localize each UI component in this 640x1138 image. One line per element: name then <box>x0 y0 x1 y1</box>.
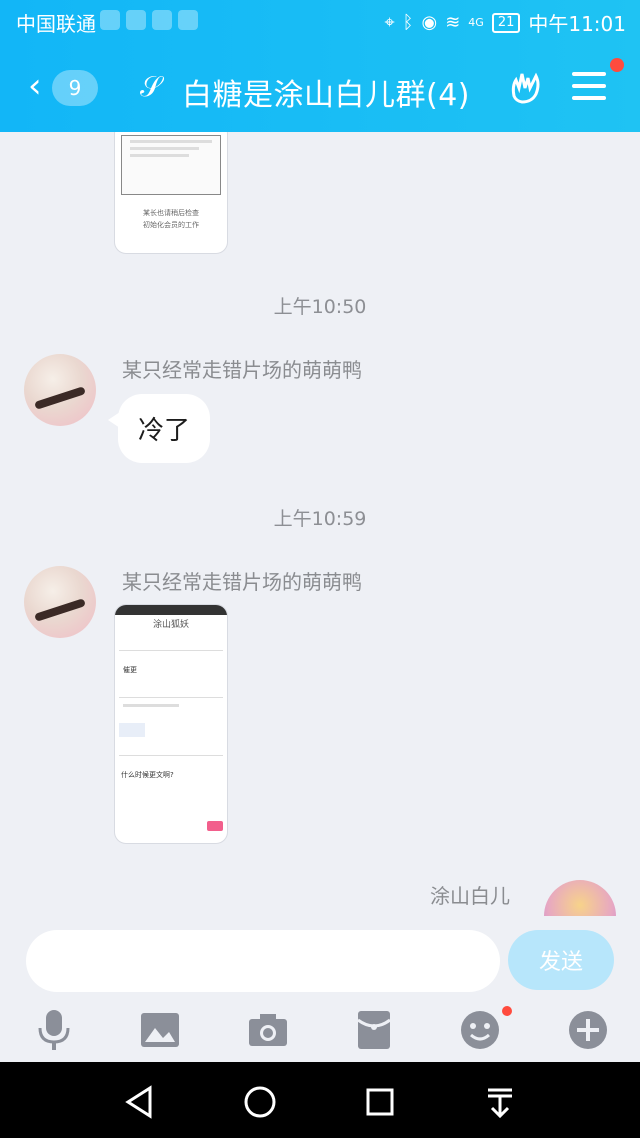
chat-header: ‹ 9 𝒮 白糖是涂山白儿群(4) <box>0 44 640 132</box>
back-icon[interactable] <box>120 1082 160 1122</box>
recents-icon[interactable] <box>360 1082 400 1122</box>
menu-notification-dot <box>610 58 624 72</box>
send-button[interactable]: 发送 <box>508 930 614 990</box>
avatar[interactable] <box>24 354 96 426</box>
eye-icon: ◉ <box>421 12 438 33</box>
video-icon <box>126 10 146 30</box>
image-caption: 催更 <box>123 666 137 674</box>
battery-icon: 21 <box>491 12 521 33</box>
self-name: 涂山白儿 <box>430 884 510 908</box>
top-bar: 中国联通 ⌖ ᛒ ◉ ≋ 4G 21 中午11:01 ‹ 9 𝒮 白糖是涂山白儿… <box>0 0 640 132</box>
image-caption: 某长也请稍后检查 初始化会员的工作 <box>143 209 199 229</box>
microphone-icon[interactable] <box>32 1008 76 1052</box>
input-area: 发送 <box>0 916 640 1062</box>
clock: 中午11:01 <box>528 12 626 36</box>
status-right: ⌖ ᛒ ◉ ≋ 4G 21 中午11:01 <box>385 8 626 37</box>
avatar[interactable] <box>24 566 96 638</box>
emoji-icon[interactable] <box>458 1008 502 1052</box>
chat-toolbar <box>0 1004 640 1054</box>
image-caption: 什么时候更文啊? <box>121 771 174 779</box>
bluetooth-icon: ᛒ <box>402 12 414 33</box>
image-content <box>121 135 221 195</box>
timestamp: 上午10:59 <box>273 508 367 530</box>
image-message[interactable]: 某长也请稍后检查 初始化会员的工作 <box>114 132 228 254</box>
message-bubble[interactable]: 冷了 <box>107 394 211 463</box>
chat-title: 白糖是涂山白儿群(4) <box>182 78 470 113</box>
camera-icon[interactable] <box>246 1008 290 1052</box>
status-bar: 中国联通 ⌖ ᛒ ◉ ≋ 4G 21 中午11:01 <box>0 0 640 44</box>
red-packet-icon[interactable] <box>352 1008 396 1052</box>
carrier-name: 中国联通 <box>16 12 96 36</box>
hand-gesture-icon[interactable] <box>506 68 546 108</box>
plus-icon[interactable] <box>566 1008 610 1052</box>
notification-pull-icon[interactable] <box>480 1082 520 1122</box>
menu-icon[interactable] <box>572 72 606 102</box>
sender-name: 某只经常走错片场的萌萌鸭 <box>122 570 362 594</box>
location-icon: ⌖ <box>384 12 395 33</box>
emoji-notification-dot <box>502 1006 512 1016</box>
image-caption: 涂山狐妖 <box>152 620 189 630</box>
unread-badge[interactable]: 9 <box>52 70 98 106</box>
chevron-left-icon[interactable]: ‹ <box>28 66 42 106</box>
message-input[interactable] <box>26 930 500 992</box>
iqiyi-icon <box>152 10 172 30</box>
image-message[interactable]: 涂山狐妖 催更 什么时候更文啊? <box>114 604 228 844</box>
ear-icon[interactable]: 𝒮 <box>140 70 162 104</box>
system-nav-bar <box>0 1062 640 1138</box>
network-type: 4G <box>468 16 484 29</box>
sender-name: 某只经常走错片场的萌萌鸭 <box>122 358 362 382</box>
notification-icons <box>100 10 198 30</box>
self-avatar[interactable] <box>544 880 616 916</box>
wifi-icon: ≋ <box>445 12 461 33</box>
chat-area[interactable]: 某长也请稍后检查 初始化会员的工作 上午10:50 某只经常走错片场的萌萌鸭 冷… <box>0 132 640 916</box>
home-icon[interactable] <box>240 1082 280 1122</box>
image-icon[interactable] <box>138 1008 182 1052</box>
app-icon <box>178 10 198 30</box>
timestamp: 上午10:50 <box>273 296 367 318</box>
image-statusbar <box>115 605 227 615</box>
tiktok-icon <box>100 10 120 30</box>
